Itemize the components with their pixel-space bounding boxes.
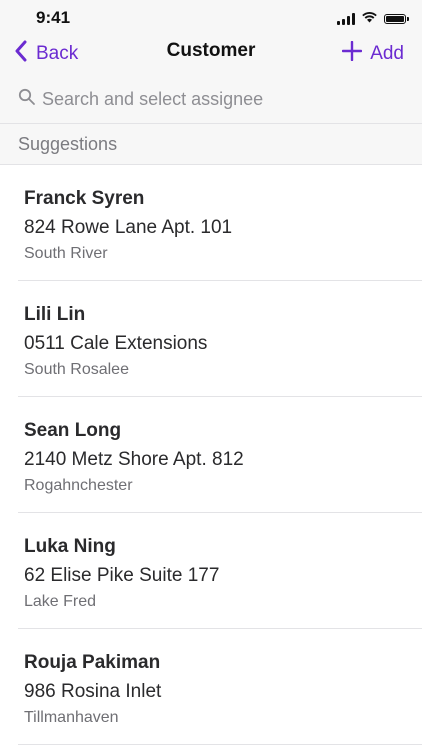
- status-bar: 9:41: [0, 0, 422, 34]
- customer-name: Luka Ning: [24, 536, 116, 557]
- section-title: Suggestions: [18, 134, 118, 154]
- search-bar: [0, 74, 422, 124]
- wifi-icon: [361, 10, 378, 28]
- customer-street: 986 Rosina Inlet: [24, 681, 162, 702]
- battery-icon: [384, 14, 409, 24]
- plus-icon: [341, 40, 363, 67]
- customer-list: Franck Syren 824 Rowe Lane Apt. 101 Sout…: [0, 165, 422, 745]
- list-item[interactable]: Luka Ning 62 Elise Pike Suite 177 Lake F…: [0, 513, 422, 629]
- status-time: 9:41: [36, 8, 71, 27]
- navigation-bar: Back Customer Add: [0, 34, 422, 74]
- search-input[interactable]: [40, 84, 404, 114]
- customer-name: Lili Lin: [24, 304, 86, 325]
- customer-street: 0511 Cale Extensions: [24, 333, 208, 354]
- customer-city: South Rosalee: [24, 361, 129, 378]
- customer-street: 824 Rowe Lane Apt. 101: [24, 217, 233, 238]
- search-icon: [18, 88, 36, 111]
- customer-name: Sean Long: [24, 420, 122, 441]
- customer-street: 2140 Metz Shore Apt. 812: [24, 449, 244, 470]
- customer-city: Lake Fred: [24, 593, 97, 610]
- cellular-signal-icon: [337, 13, 355, 25]
- customer-city: Rogahnchester: [24, 477, 133, 494]
- customer-city: South River: [24, 245, 108, 262]
- section-header: Suggestions: [0, 124, 422, 165]
- add-label: Add: [370, 43, 404, 64]
- add-button[interactable]: Add: [341, 38, 404, 70]
- customer-name: Rouja Pakiman: [24, 652, 161, 673]
- list-item[interactable]: Lili Lin 0511 Cale Extensions South Rosa…: [0, 281, 422, 397]
- list-item[interactable]: Rouja Pakiman 986 Rosina Inlet Tillmanha…: [0, 629, 422, 745]
- customer-city: Tillmanhaven: [24, 709, 119, 726]
- list-item[interactable]: Franck Syren 824 Rowe Lane Apt. 101 Sout…: [0, 165, 422, 281]
- customer-name: Franck Syren: [24, 188, 145, 209]
- customer-street: 62 Elise Pike Suite 177: [24, 565, 220, 586]
- list-item[interactable]: Sean Long 2140 Metz Shore Apt. 812 Rogah…: [0, 397, 422, 513]
- status-icons: [337, 10, 409, 28]
